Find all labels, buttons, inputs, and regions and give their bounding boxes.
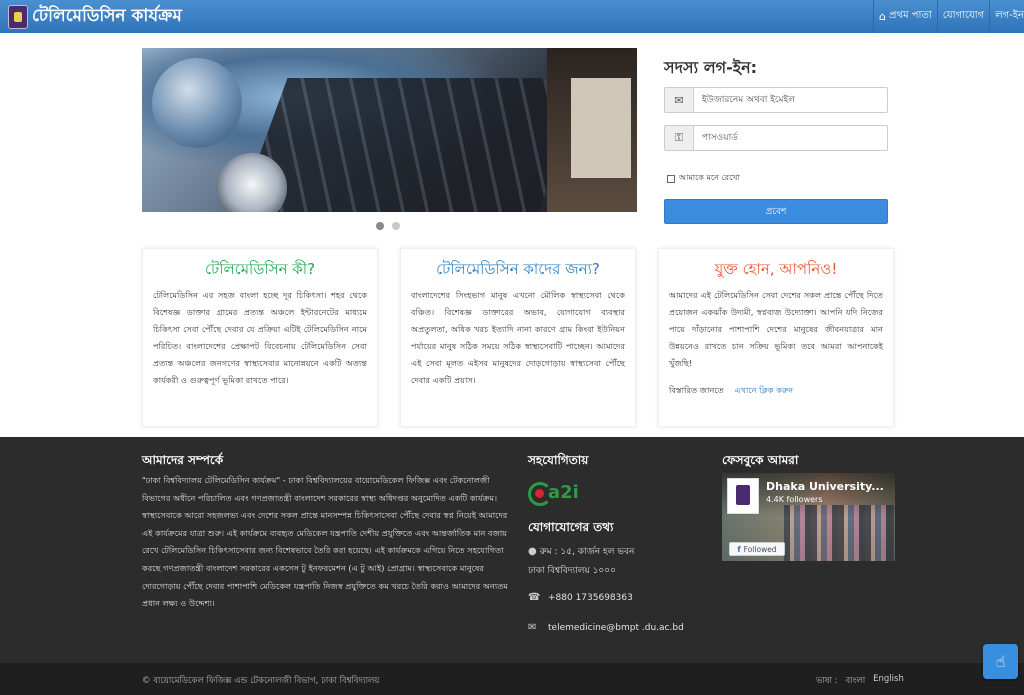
username-input[interactable]: [694, 88, 887, 112]
lang-english[interactable]: English: [873, 674, 904, 688]
keyboard-graphic: [236, 78, 588, 212]
fb-page-logo: [727, 478, 759, 514]
nav-home[interactable]: ⌂ প্রথম পাতা: [873, 0, 937, 33]
nav-home-label: প্রথম পাতা: [889, 10, 932, 21]
facebook-icon: f: [737, 544, 741, 554]
carousel-dot-2[interactable]: [392, 222, 400, 230]
envelope-icon: ✉: [665, 88, 694, 112]
envelope-icon: ✉: [528, 622, 537, 633]
more-label: বিস্তারিত জানতে: [669, 385, 724, 395]
fb-followers: 4.4K followers: [766, 495, 823, 504]
info-box-join: যুক্ত হোন, আপনিও! আমাদের এই টেলিমেডিসিন …: [658, 248, 894, 427]
more-link[interactable]: এখানে ক্লিক করুন: [734, 385, 793, 395]
login-submit-button[interactable]: প্রবেশ: [664, 199, 888, 224]
nav-login[interactable]: লগ-ইন: [989, 0, 1024, 33]
info-box-body: বাংলাদেশের সিংহভাগ মানুষ এখনো মৌলিক স্বা…: [411, 290, 625, 385]
image-carousel[interactable]: [142, 48, 637, 212]
password-input[interactable]: [694, 126, 887, 150]
carousel-dot-1[interactable]: [376, 222, 384, 230]
address-line-2: ঢাকা বিশ্ববিদ্যালয় ১০০০: [528, 566, 616, 576]
info-box-title: যুক্ত হোন, আপনিও!: [714, 260, 838, 278]
remember-checkbox[interactable]: [667, 174, 675, 183]
address-line: ● রুম : ১৫, কার্জন হল ভবন: [528, 546, 635, 557]
monitor-graphic: [547, 48, 637, 212]
password-field: ⚿: [664, 125, 888, 151]
copyright: © বায়োমেডিকেল ফিজিক্স এন্ড টেকনোলজী বিভ…: [142, 676, 380, 686]
info-box-more: বিস্তারিত জানতে এখানে ক্লিক করুন: [659, 385, 893, 398]
info-box-title: টেলিমেডিসিন কাদের জন্য?: [436, 260, 600, 278]
hand-pointer-icon: ☝: [995, 652, 1006, 671]
key-icon: ⚿: [665, 126, 694, 150]
nav-login-label: লগ-ইন: [995, 10, 1024, 21]
nav-contact[interactable]: যোগাযোগ: [936, 0, 989, 33]
about-text: "ঢাকা বিশ্ববিদ্যালয় টেলিমেডিসিন কার্যক্…: [142, 475, 508, 609]
remember-me[interactable]: আমাকে মনে রেখো: [667, 172, 740, 185]
home-icon: ⌂: [879, 10, 887, 23]
globe-graphic: [152, 58, 242, 148]
language-switcher: ভাষা : বাংলা English: [816, 674, 904, 688]
info-box-body: আমাদের এই টেলিমেডিসিন সেবা দেশের সকল প্র…: [669, 290, 883, 368]
bottom-bar: © বায়োমেডিকেল ফিজিক্স এন্ড টেকনোলজী বিভ…: [0, 663, 1024, 695]
info-box-title: টেলিমেডিসিন কী?: [204, 260, 316, 278]
fb-page-name[interactable]: Dhaka University...: [766, 480, 884, 493]
facebook-title: ফেসবুকে আমরা: [722, 453, 799, 467]
info-box-who: টেলিমেডিসিন কাদের জন্য? বাংলাদেশের সিংহভ…: [400, 248, 636, 427]
language-label: ভাষা :: [816, 676, 838, 686]
partner-title: সহযোগিতায়: [528, 453, 589, 467]
brand[interactable]: টেলিমেডিসিন কার্যক্রম: [8, 3, 182, 30]
info-box-what: টেলিমেডিসিন কী? টেলিমেডিসিন এর সহজ বাংলা…: [142, 248, 378, 427]
phone-line: ☎ +880 1735698363: [528, 592, 633, 603]
facebook-page-widget[interactable]: Dhaka University... 4.4K followers f Fol…: [722, 473, 895, 561]
contact-title: যোগাযোগের তথ্য: [528, 520, 614, 534]
username-field: ✉: [664, 87, 888, 113]
info-box-body: টেলিমেডিসিন এর সহজ বাংলা হচ্ছে দূর চিকিৎ…: [153, 290, 367, 385]
fb-follow-button[interactable]: f Followed: [729, 542, 785, 556]
carousel-indicators: [376, 222, 400, 230]
map-marker-icon: ●: [528, 546, 537, 557]
nav-contact-label: যোগাযোগ: [942, 10, 985, 21]
top-navbar: টেলিমেডিসিন কার্যক্রম ⌂ প্রথম পাতা যোগায…: [0, 0, 1024, 33]
remember-label: আমাকে মনে রেখো: [679, 173, 740, 182]
a2i-logo[interactable]: a2i: [528, 480, 579, 506]
help-button[interactable]: ☝: [983, 644, 1018, 679]
login-title: সদস্য লগ-ইন:: [664, 58, 758, 77]
phone-icon: ☎: [528, 592, 541, 603]
university-logo: [8, 4, 28, 29]
email-line: ✉ telemedicine@bmpt .du.ac.bd: [528, 622, 684, 633]
lang-bangla[interactable]: বাংলা: [846, 674, 866, 688]
about-title: আমাদের সম্পর্কে: [142, 453, 224, 467]
main-nav: ⌂ প্রথম পাতা যোগাযোগ লগ-ইন: [873, 0, 1024, 33]
site-title: টেলিমেডিসিন কার্যক্রম: [32, 5, 182, 26]
